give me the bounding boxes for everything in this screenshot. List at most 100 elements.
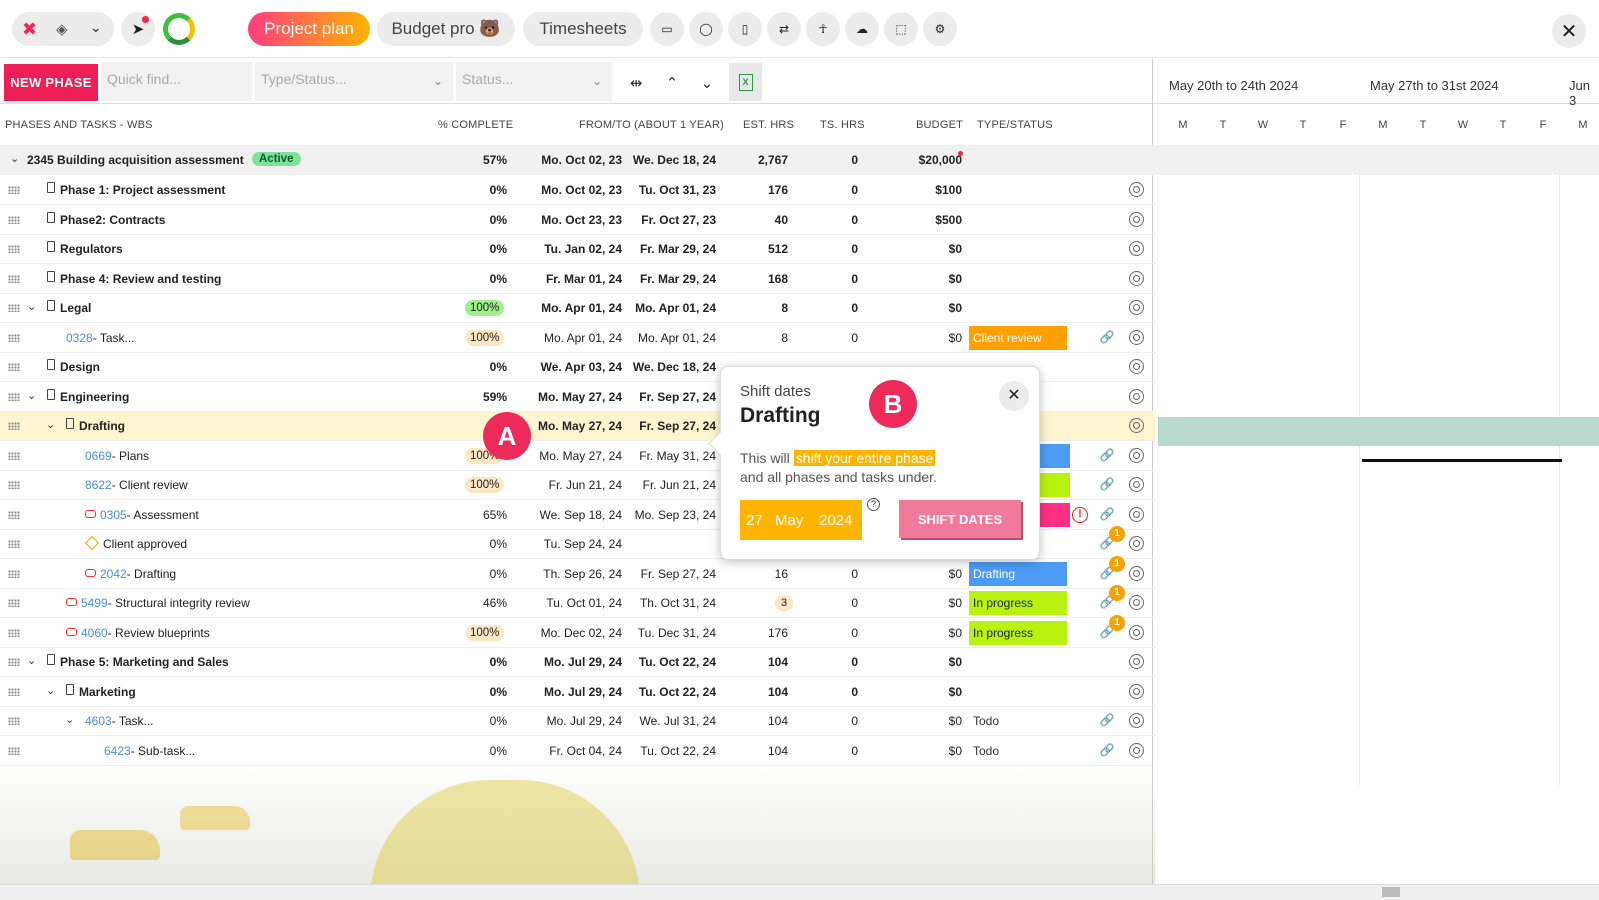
task-number[interactable]: 4603 <box>85 714 112 728</box>
table-row[interactable]: 4060- Review blueprints 100% Mo. Dec 02, 2… <box>0 614 1155 648</box>
task-name[interactable]: 0328- Task... <box>66 331 135 345</box>
task-name[interactable]: Regulators <box>60 242 123 256</box>
date-year[interactable]: 2024 <box>819 512 852 529</box>
link-icon[interactable]: 🔗 <box>1099 713 1115 729</box>
table-row[interactable]: Phase 1: Project assessment 0% Mo. Oct 02,… <box>0 175 1155 205</box>
comments-button[interactable]: ◯ <box>689 12 723 46</box>
drag-handle-icon[interactable] <box>8 304 20 312</box>
to-date[interactable]: Th. Oct 31, 24 <box>626 596 716 610</box>
task-name[interactable]: Legal <box>60 301 91 315</box>
task-name[interactable]: 8622- Client review <box>85 478 188 492</box>
task-name[interactable]: Phase 4: Review and testing <box>60 272 221 286</box>
date-month[interactable]: May <box>775 512 803 529</box>
drag-handle-icon[interactable] <box>8 628 20 637</box>
type-status-badge[interactable]: Todo <box>969 709 1067 733</box>
app-switcher[interactable]: ✖ ◈ ⌄ <box>12 12 114 46</box>
gear-icon[interactable] <box>1129 182 1144 197</box>
drag-handle-icon[interactable] <box>8 510 20 519</box>
to-date[interactable]: Fr. May 31, 24 <box>626 449 716 463</box>
task-name[interactable]: 2042- Drafting <box>100 567 176 581</box>
from-date[interactable]: Fr. Mar 01, 24 <box>520 272 622 286</box>
status-select[interactable]: Status... ⌄ <box>456 62 612 101</box>
to-date[interactable]: Fr. Sep 27, 24 <box>626 567 716 581</box>
tab-timesheets[interactable]: Timesheets <box>523 12 643 46</box>
gear-icon[interactable] <box>1129 536 1144 551</box>
gear-icon[interactable] <box>1129 211 1144 227</box>
task-name[interactable]: 5499- Structural integrity review <box>81 596 250 610</box>
gear-icon[interactable] <box>1129 683 1144 699</box>
gear-icon[interactable] <box>1129 595 1144 610</box>
help-icon[interactable]: ? <box>867 498 880 511</box>
chevron-down-icon[interactable]: ⌄ <box>65 713 74 726</box>
gear-icon[interactable] <box>1129 565 1144 581</box>
from-date[interactable]: Mo. Jul 29, 24 <box>520 685 622 699</box>
from-date[interactable]: Tu. Oct 01, 24 <box>520 596 622 610</box>
chevron-down-icon[interactable]: ⌄ <box>10 152 19 165</box>
gear-icon[interactable] <box>1129 654 1144 669</box>
gear-icon[interactable] <box>1129 359 1144 374</box>
tab-budget-pro[interactable]: Budget pro 🐻 <box>377 12 515 46</box>
cloud-button[interactable]: ☁ <box>845 12 879 46</box>
to-date[interactable]: Mo. Sep 23, 24 <box>626 508 716 522</box>
date-day[interactable]: 27 <box>746 512 763 529</box>
table-row[interactable]: 2042- Drafting 0% Th. Sep 26, 24 Fr. Sep 27… <box>0 555 1155 589</box>
new-phase-button[interactable]: NEW PHASE <box>4 64 98 101</box>
collapse-all-button[interactable]: ⇹ <box>620 64 652 101</box>
to-date[interactable]: Fr. Sep 27, 24 <box>626 419 716 433</box>
gear-icon[interactable] <box>1129 477 1144 492</box>
gear-icon[interactable] <box>1129 713 1144 728</box>
table-row[interactable]: Phase2: Contracts 0% Mo. Oct 23, 23 Fr. Oct… <box>0 205 1155 235</box>
table-row[interactable]: 0328- Task... 100% Mo. Apr 01, 24 Mo. Apr 0… <box>0 323 1155 353</box>
type-status-badge[interactable]: Todo <box>969 739 1067 763</box>
task-name[interactable]: 4060- Review blueprints <box>81 626 210 640</box>
drag-handle-icon[interactable] <box>8 245 20 253</box>
task-name[interactable]: Drafting <box>79 419 125 433</box>
col-header-fromto[interactable]: FROM/TO (ABOUT 1 YEAR) <box>579 119 724 131</box>
table-row[interactable]: 6423- Sub-task... 0% Fr. Oct 04, 24 Tu. Oct… <box>0 736 1155 766</box>
drag-handle-icon[interactable] <box>8 687 20 696</box>
task-number[interactable]: 8622 <box>85 478 112 492</box>
gear-icon[interactable] <box>1129 300 1144 315</box>
type-status-select[interactable]: Type/Status... ⌄ <box>255 62 453 101</box>
drag-handle-icon[interactable] <box>8 717 20 725</box>
to-date[interactable]: Tu. Oct 31, 23 <box>626 183 716 197</box>
documents-button[interactable]: ▯ <box>728 12 762 46</box>
quick-find-input[interactable]: Quick find... <box>101 62 252 101</box>
drag-handle-icon[interactable] <box>8 422 20 430</box>
drag-handle-icon[interactable] <box>8 540 20 548</box>
from-date[interactable]: Mo. Dec 02, 24 <box>520 626 622 640</box>
drag-handle-icon[interactable] <box>8 186 20 194</box>
slides-button[interactable]: ▭ <box>650 12 684 46</box>
to-date[interactable]: We. Jul 31, 24 <box>626 714 717 728</box>
accessibility-button[interactable]: ☥ <box>806 12 840 46</box>
selection-button[interactable]: ⬚ <box>884 12 918 46</box>
close-button[interactable]: ✕ <box>1552 14 1586 48</box>
col-header-type[interactable]: TYPE/STATUS <box>977 119 1053 131</box>
to-date[interactable]: Mo. Apr 01, 24 <box>626 301 716 315</box>
table-row[interactable]: ⌄ Phase 5: Marketing and Sales 0% Mo. Jul 2… <box>0 647 1155 677</box>
table-row[interactable]: Regulators 0% Tu. Jan 02, 24 Fr. Mar 29, 24… <box>0 234 1155 264</box>
task-name[interactable]: Phase2: Contracts <box>60 213 165 227</box>
task-number[interactable]: 2042 <box>100 567 127 581</box>
to-date[interactable]: Tu. Dec 31, 24 <box>626 626 716 640</box>
from-date[interactable]: Mo. May 27, 24 <box>520 449 622 463</box>
from-date[interactable]: Mo. Jul 29, 24 <box>520 714 622 728</box>
chevron-down-icon[interactable]: ⌄ <box>46 684 55 697</box>
gantt-horizontal-scrollbar[interactable] <box>1155 884 1599 900</box>
link-icon[interactable]: 🔗 <box>1099 448 1115 464</box>
sync-button[interactable]: ⇄ <box>767 12 801 46</box>
task-name[interactable]: Phase 1: Project assessment <box>60 183 225 197</box>
col-header-pct[interactable]: % COMPLETE <box>438 119 513 131</box>
gear-icon[interactable] <box>1129 506 1144 522</box>
chevron-down-icon[interactable]: ⌄ <box>27 300 36 313</box>
gear-icon[interactable] <box>1129 241 1144 256</box>
chevron-down-icon[interactable]: ⌄ <box>27 654 36 667</box>
drag-handle-icon[interactable] <box>8 569 20 578</box>
type-status-badge[interactable]: Drafting <box>969 561 1067 586</box>
task-name[interactable]: Design <box>60 360 100 374</box>
gear-icon[interactable] <box>1129 418 1144 433</box>
from-date[interactable]: Mo. May 27, 24 <box>520 419 622 433</box>
to-date[interactable]: Fr. Jun 21, 24 <box>626 478 716 492</box>
to-date[interactable]: Tu. Oct 22, 24 <box>626 744 716 758</box>
chevron-down-icon[interactable]: ⌄ <box>27 389 36 402</box>
